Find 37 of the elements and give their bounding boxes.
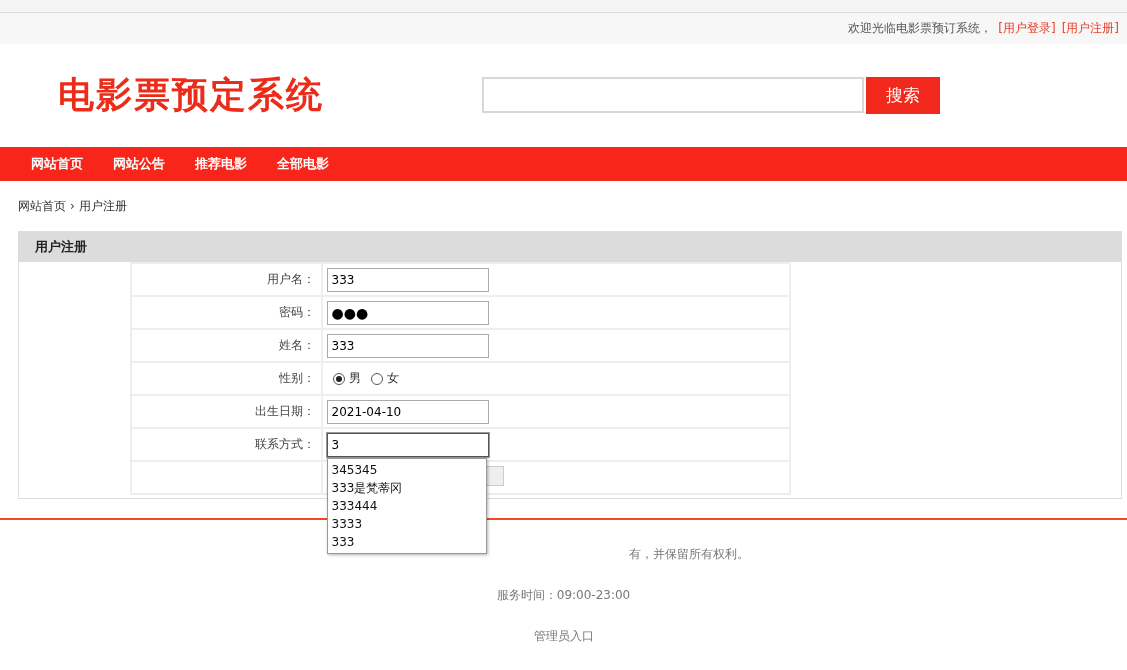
field-label: 联系方式： xyxy=(254,437,315,451)
field-label: 用户名： xyxy=(266,272,315,286)
text-field[interactable]: 3 xyxy=(326,432,489,457)
nav-link[interactable]: 推荐电影 xyxy=(195,155,247,173)
radio-label: 男 xyxy=(348,370,361,387)
panel-header: 用户注册 xyxy=(19,232,1121,262)
search-field[interactable] xyxy=(482,77,864,113)
welcome-text: 欢迎光临电影票预订系统， xyxy=(848,20,993,37)
service-hours-text: 服务时间：09:00-23:00 xyxy=(496,587,631,604)
copyright-text: 有，并保留所有权利。 xyxy=(628,546,749,563)
suggestion-item[interactable]: 333是梵蒂冈 xyxy=(327,478,486,497)
field-label: 姓名： xyxy=(278,338,315,352)
admin-link[interactable]: 管理员入口 xyxy=(533,628,594,645)
password-field[interactable]: ●●● xyxy=(326,300,489,325)
suggestion-item[interactable]: 3333 xyxy=(327,514,486,533)
breadcrumb-link[interactable]: 网站首页 xyxy=(18,197,66,215)
nav-link[interactable]: 网站首页 xyxy=(31,155,83,173)
suggestion-item[interactable]: 333 xyxy=(327,532,486,551)
nav-link[interactable]: 全部电影 xyxy=(277,155,329,173)
top-link[interactable]: [用户注册] xyxy=(1061,20,1119,37)
breadcrumb-current: 用户注册 xyxy=(78,197,127,215)
radio-label: 女 xyxy=(386,370,399,387)
radio-button[interactable] xyxy=(332,372,345,385)
suggestion-item[interactable]: 345345 xyxy=(327,460,486,479)
radio-button[interactable] xyxy=(370,372,383,385)
text-field[interactable]: 333 xyxy=(326,267,489,292)
top-link[interactable]: [用户登录] xyxy=(998,20,1056,37)
field-label: 密码： xyxy=(278,305,315,319)
breadcrumb-separator: › xyxy=(70,199,75,213)
text-field[interactable]: 2021-04-10 xyxy=(326,399,489,424)
nav-link[interactable]: 网站公告 xyxy=(113,155,165,173)
text-field[interactable]: 333 xyxy=(326,333,489,358)
field-label: 出生日期： xyxy=(254,404,315,418)
suggestion-item[interactable]: 333444 xyxy=(327,496,486,515)
field-label: 性别： xyxy=(278,371,315,385)
search-button[interactable]: 搜索 xyxy=(866,77,940,114)
site-logo: 电影票预定系统 xyxy=(58,73,325,117)
